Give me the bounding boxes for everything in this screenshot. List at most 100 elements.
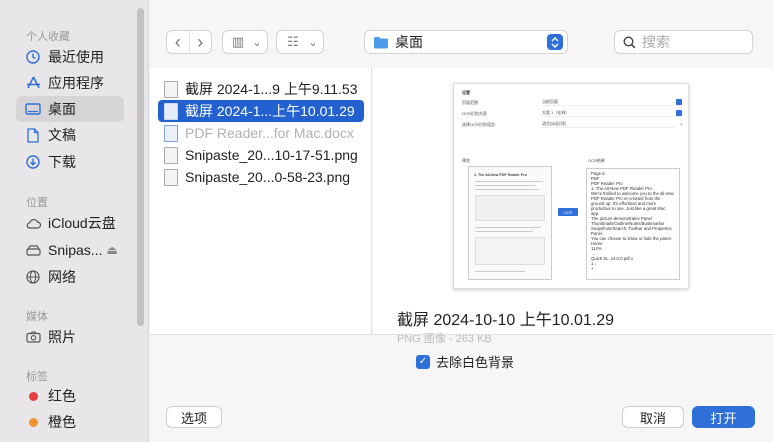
search-placeholder: 搜索 — [642, 34, 670, 50]
search-field[interactable]: 搜索 — [614, 30, 753, 54]
image-file-icon — [164, 102, 178, 120]
file-row-disabled: PDF Reader...for Mac.docx — [158, 122, 364, 144]
file-row[interactable]: Snipaste_20...10-17-51.png — [158, 144, 364, 166]
sidebar-item-label: 红色 — [48, 388, 76, 404]
preview-thumbnail: 设置 页面范围 当前页面 OCR识别方案 方案 1（在线） 选择OCR识别语言:… — [453, 83, 689, 289]
sidebar-item-desktop[interactable]: 桌面 — [16, 96, 124, 122]
view-mode-button[interactable]: ▥ ⌄ — [222, 30, 268, 54]
forward-button[interactable]: › — [190, 31, 212, 53]
open-file-dialog: 个人收藏 最近使用 应用程序 桌面 文稿 下载 位置 iCloud云盘 Snip… — [0, 0, 773, 442]
file-row[interactable]: Snipaste_20...0-58-23.png — [158, 166, 364, 188]
thumb-doc-line — [475, 271, 525, 272]
sidebar-item-tag-red[interactable]: 红色 — [16, 383, 124, 409]
preview-file-title: 截屏 2024-10-10 上午10.01.29 — [397, 312, 615, 329]
remove-white-bg-label: 去除白色背景 — [436, 355, 515, 370]
sidebar-item-label: 最近使用 — [48, 49, 104, 65]
file-list: 截屏 2024-1...9 上午9.11.53 截屏 2024-1...上午10… — [150, 68, 372, 334]
thumb-doc-image — [475, 237, 545, 265]
group-mode-button[interactable]: ☷ ⌄ — [276, 30, 324, 54]
thumb-doc-line — [475, 181, 543, 182]
sidebar-item-label: 网络 — [48, 269, 76, 285]
thumb-doc-line — [475, 185, 535, 186]
thumb-doc-line — [475, 231, 533, 232]
options-button[interactable]: 选项 — [166, 406, 222, 428]
sidebar-scrollbar[interactable] — [137, 8, 144, 326]
desktop-icon — [24, 102, 42, 116]
sidebar-item-label: iCloud云盘 — [48, 215, 116, 231]
back-button[interactable]: ‹ — [167, 31, 190, 53]
chevron-down-icon: ⌄ — [308, 36, 318, 49]
download-icon — [24, 155, 42, 169]
thumb-row-label: OCR识别方案 — [462, 111, 487, 116]
sidebar-item-recents[interactable]: 最近使用 — [16, 44, 124, 70]
thumb-row-label: 页面范围 — [462, 100, 478, 105]
chevron-down-icon: ⌄ — [252, 36, 262, 49]
thumb-doc-line — [475, 227, 541, 228]
tag-dot-icon — [24, 417, 42, 427]
orange-dot-icon — [28, 417, 38, 427]
applications-icon — [24, 76, 42, 90]
red-dot-icon — [28, 391, 38, 401]
cancel-button[interactable]: 取消 — [622, 406, 684, 428]
sidebar-item-downloads[interactable]: 下载 — [16, 149, 124, 175]
location-label: 桌面 — [395, 34, 423, 50]
sidebar-item-tag-orange[interactable]: 橙色 — [16, 409, 124, 435]
cloud-icon — [24, 218, 42, 229]
thumb-doc-line — [475, 189, 539, 190]
folder-icon — [373, 36, 389, 49]
file-name: PDF Reader...for Mac.docx — [185, 125, 354, 141]
image-file-icon — [164, 146, 178, 164]
thumb-row-value: 当前页面 — [542, 99, 558, 104]
file-name: 截屏 2024-1...上午10.01.29 — [185, 103, 355, 119]
thumb-doc-heading: 1. The All-New PDF Reader Pro — [474, 173, 527, 177]
thumb-select-arrow-icon — [676, 110, 682, 116]
file-name: Snipaste_20...0-58-23.png — [185, 169, 351, 185]
divider — [150, 334, 773, 335]
location-select[interactable]: 桌面 — [364, 30, 568, 54]
eject-icon[interactable]: ⏏ — [106, 243, 117, 257]
search-icon — [623, 35, 636, 49]
preview-file-subtitle: PNG 图像 - 263 KB — [397, 333, 492, 345]
thumb-row-field: 当前页面 — [542, 99, 682, 106]
sidebar-item-applications[interactable]: 应用程序 — [16, 70, 124, 96]
file-name: Snipaste_20...10-17-51.png — [185, 147, 358, 163]
sidebar-item-snipaste-drive[interactable]: Snipas... ⏏ — [16, 237, 124, 263]
sidebar-item-label: Snipas... — [48, 242, 103, 258]
thumb-select-arrow-icon — [676, 99, 682, 105]
media-section-title: 媒体 — [26, 311, 48, 323]
sidebar-item-documents[interactable]: 文稿 — [16, 122, 124, 148]
thumb-ocr-result: Page 6 PDF PDF Reader Pro 1. The All-New… — [586, 168, 680, 280]
locations-section-title: 位置 — [26, 197, 48, 209]
checkbox-checked[interactable]: ✓ — [416, 354, 430, 369]
tags-section-title: 标签 — [26, 371, 48, 383]
sidebar-item-label: 桌面 — [48, 101, 76, 117]
sidebar: 个人收藏 最近使用 应用程序 桌面 文稿 下载 位置 iCloud云盘 Snip… — [0, 0, 149, 442]
sidebar-item-icloud[interactable]: iCloud云盘 — [16, 210, 124, 236]
network-icon — [24, 270, 42, 284]
open-button[interactable]: 打开 — [692, 406, 755, 428]
file-row-selected[interactable]: 截屏 2024-1...上午10.01.29 — [158, 100, 364, 122]
thumb-preview-label: 预览 — [462, 158, 470, 163]
thumb-settings-label: 设置 — [462, 90, 470, 95]
document-icon — [24, 127, 42, 143]
sidebar-item-photos[interactable]: 照片 — [16, 324, 124, 350]
docx-file-icon — [164, 124, 178, 142]
thumb-doc-page: 1. The All-New PDF Reader Pro — [468, 166, 552, 280]
camera-icon — [24, 331, 42, 343]
drive-icon — [24, 244, 42, 256]
group-grid-icon: ☷ — [287, 34, 299, 49]
sidebar-item-network[interactable]: 网络 — [16, 264, 124, 290]
thumb-row-value: 语言自动识别 — [542, 121, 566, 126]
image-file-icon — [164, 80, 178, 98]
remove-white-bg-option[interactable]: ✓ 去除白色背景 — [416, 352, 514, 371]
tag-dot-icon — [24, 391, 42, 401]
thumb-result-label: OCR结果 — [588, 158, 605, 163]
file-row[interactable]: 截屏 2024-1...9 上午9.11.53 — [158, 78, 364, 100]
image-file-icon — [164, 168, 178, 186]
sidebar-item-label: 文稿 — [48, 127, 76, 143]
clock-icon — [24, 50, 42, 64]
thumb-row-label: 选择OCR识别语言: — [462, 122, 496, 127]
columns-view-icon: ▥ — [231, 34, 245, 49]
thumb-row-field: 方案 1（在线） — [542, 110, 682, 117]
sidebar-item-label: 照片 — [48, 329, 76, 345]
